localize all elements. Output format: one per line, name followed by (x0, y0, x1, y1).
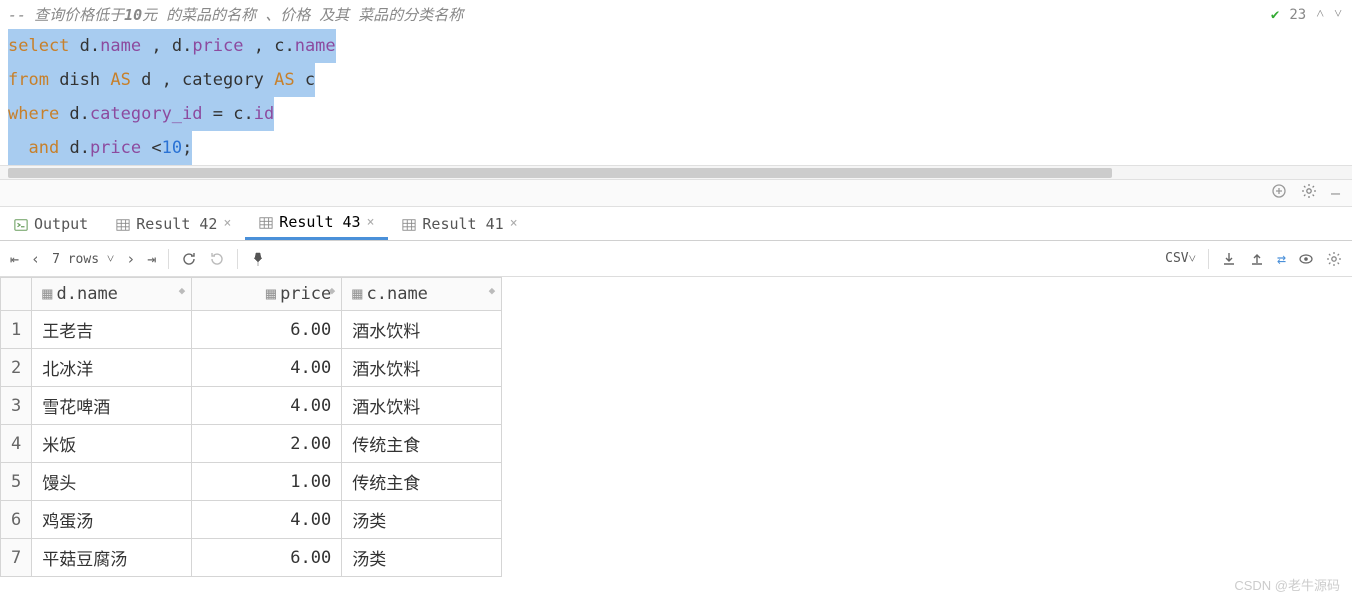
sort-icon[interactable]: ◆ (179, 284, 186, 297)
tab-result-42[interactable]: Result 42 × (102, 207, 245, 240)
cell-name[interactable]: 米饭 (32, 425, 192, 463)
close-icon[interactable]: × (367, 215, 375, 230)
add-icon[interactable] (1271, 183, 1287, 203)
eye-icon[interactable] (1298, 251, 1314, 267)
cell-name[interactable]: 鸡蛋汤 (32, 501, 192, 539)
download-icon[interactable] (1221, 251, 1237, 267)
cell-category[interactable]: 酒水饮料 (342, 387, 502, 425)
table-row[interactable]: 3 雪花啤酒 4.00 酒水饮料 (1, 387, 502, 425)
prev-page-icon[interactable]: ‹ (31, 250, 40, 268)
next-page-icon[interactable]: › (126, 250, 135, 268)
cell-name[interactable]: 馒头 (32, 463, 192, 501)
cell-price[interactable]: 2.00 (192, 425, 342, 463)
cell-price[interactable]: 4.00 (192, 387, 342, 425)
tab-43-label: Result 43 (279, 213, 360, 231)
cell-name[interactable]: 平菇豆腐汤 (32, 539, 192, 577)
check-icon: ✔ (1271, 7, 1279, 23)
close-icon[interactable]: × (223, 216, 231, 231)
comment-b: 元 的菜品的名称 、价格 及其 菜品的分类名称 (142, 4, 463, 25)
pin-icon[interactable] (250, 251, 266, 267)
col-c-name[interactable]: ▦c.name◆ (342, 278, 502, 311)
rownum-cell: 1 (1, 311, 32, 349)
result-toolbar: ⇤ ‹ 7 rows ˅ › ⇥ CSV ˅ ⇄ (0, 241, 1352, 277)
sql-editor[interactable]: -- 查询价格低于 10 元 的菜品的名称 、价格 及其 菜品的分类名称 ✔ 23… (0, 0, 1352, 179)
cell-category[interactable]: 汤类 (342, 501, 502, 539)
table-row[interactable]: 7 平菇豆腐汤 6.00 汤类 (1, 539, 502, 577)
cell-name[interactable]: 王老吉 (32, 311, 192, 349)
output-icon (14, 217, 28, 231)
first-page-icon[interactable]: ⇤ (10, 250, 19, 268)
rownum-cell: 5 (1, 463, 32, 501)
column-icon: ▦ (352, 284, 362, 304)
result-tabs: Output Result 42 × Result 43 × Result 41… (0, 207, 1352, 241)
tab-result-43[interactable]: Result 43 × (245, 207, 388, 240)
rownum-cell: 3 (1, 387, 32, 425)
rownum-cell: 7 (1, 539, 32, 577)
cell-price[interactable]: 6.00 (192, 539, 342, 577)
tab-output-label: Output (34, 215, 88, 233)
last-page-icon[interactable]: ⇥ (147, 250, 156, 268)
tab-output[interactable]: Output (0, 207, 102, 240)
cell-name[interactable]: 北冰洋 (32, 349, 192, 387)
cell-category[interactable]: 汤类 (342, 539, 502, 577)
refresh-icon[interactable] (181, 251, 197, 267)
result-table: ▦d.name◆ ▦price◆ ▦c.name◆ 1 王老吉 6.00 酒水饮… (0, 277, 502, 577)
gear-icon[interactable] (1301, 183, 1317, 203)
col-price[interactable]: ▦price◆ (192, 278, 342, 311)
comment-a: 查询价格低于 (34, 4, 124, 25)
cell-category[interactable]: 传统主食 (342, 425, 502, 463)
table-row[interactable]: 5 馒头 1.00 传统主食 (1, 463, 502, 501)
close-icon[interactable]: × (510, 216, 518, 231)
cell-price[interactable]: 1.00 (192, 463, 342, 501)
grid-icon (259, 215, 273, 229)
cell-name[interactable]: 雪花啤酒 (32, 387, 192, 425)
grid-icon (402, 217, 416, 231)
comment-line: -- 查询价格低于 10 元 的菜品的名称 、价格 及其 菜品的分类名称 (0, 0, 1352, 29)
rownum-cell: 2 (1, 349, 32, 387)
tab-41-label: Result 41 (422, 215, 503, 233)
problem-count: 23 (1289, 7, 1306, 23)
grid-icon (116, 217, 130, 231)
cell-price[interactable]: 4.00 (192, 501, 342, 539)
column-icon: ▦ (266, 284, 276, 304)
cell-category[interactable]: 酒水饮料 (342, 311, 502, 349)
cell-price[interactable]: 6.00 (192, 311, 342, 349)
cell-category[interactable]: 传统主食 (342, 463, 502, 501)
upload-icon[interactable] (1249, 251, 1265, 267)
tab-result-41[interactable]: Result 41 × (388, 207, 531, 240)
watermark: CSDN @老牛源码 (1234, 575, 1340, 594)
column-icon: ▦ (42, 284, 52, 304)
horizontal-scrollbar[interactable] (0, 165, 1352, 179)
sort-icon[interactable]: ◆ (329, 284, 336, 297)
compare-icon[interactable]: ⇄ (1277, 250, 1286, 268)
comment-dash: -- (8, 6, 26, 24)
chevron-down-icon[interactable]: ˅ (1334, 6, 1342, 23)
rownum-header (1, 278, 32, 311)
table-row[interactable]: 4 米饭 2.00 传统主食 (1, 425, 502, 463)
table-row[interactable]: 1 王老吉 6.00 酒水饮料 (1, 311, 502, 349)
panel-toolbar-upper: — (0, 179, 1352, 207)
rownum-cell: 4 (1, 425, 32, 463)
gear-icon[interactable] (1326, 251, 1342, 267)
table-row[interactable]: 2 北冰洋 4.00 酒水饮料 (1, 349, 502, 387)
editor-status: ✔ 23 ˄ ˅ (1271, 6, 1342, 23)
rownum-cell: 6 (1, 501, 32, 539)
table-row[interactable]: 6 鸡蛋汤 4.00 汤类 (1, 501, 502, 539)
code-block[interactable]: select d.name , d.price , c.name from di… (0, 29, 1352, 165)
cell-price[interactable]: 4.00 (192, 349, 342, 387)
revert-icon[interactable] (209, 251, 225, 267)
minimize-icon[interactable]: — (1331, 184, 1340, 202)
rows-count[interactable]: 7 rows ˅ (52, 251, 114, 267)
cell-category[interactable]: 酒水饮料 (342, 349, 502, 387)
sort-icon[interactable]: ◆ (489, 284, 496, 297)
comment-num: 10 (124, 6, 142, 24)
chevron-up-icon[interactable]: ˄ (1316, 6, 1324, 23)
tab-42-label: Result 42 (136, 215, 217, 233)
export-csv[interactable]: CSV ˅ (1165, 251, 1196, 267)
col-d-name[interactable]: ▦d.name◆ (32, 278, 192, 311)
